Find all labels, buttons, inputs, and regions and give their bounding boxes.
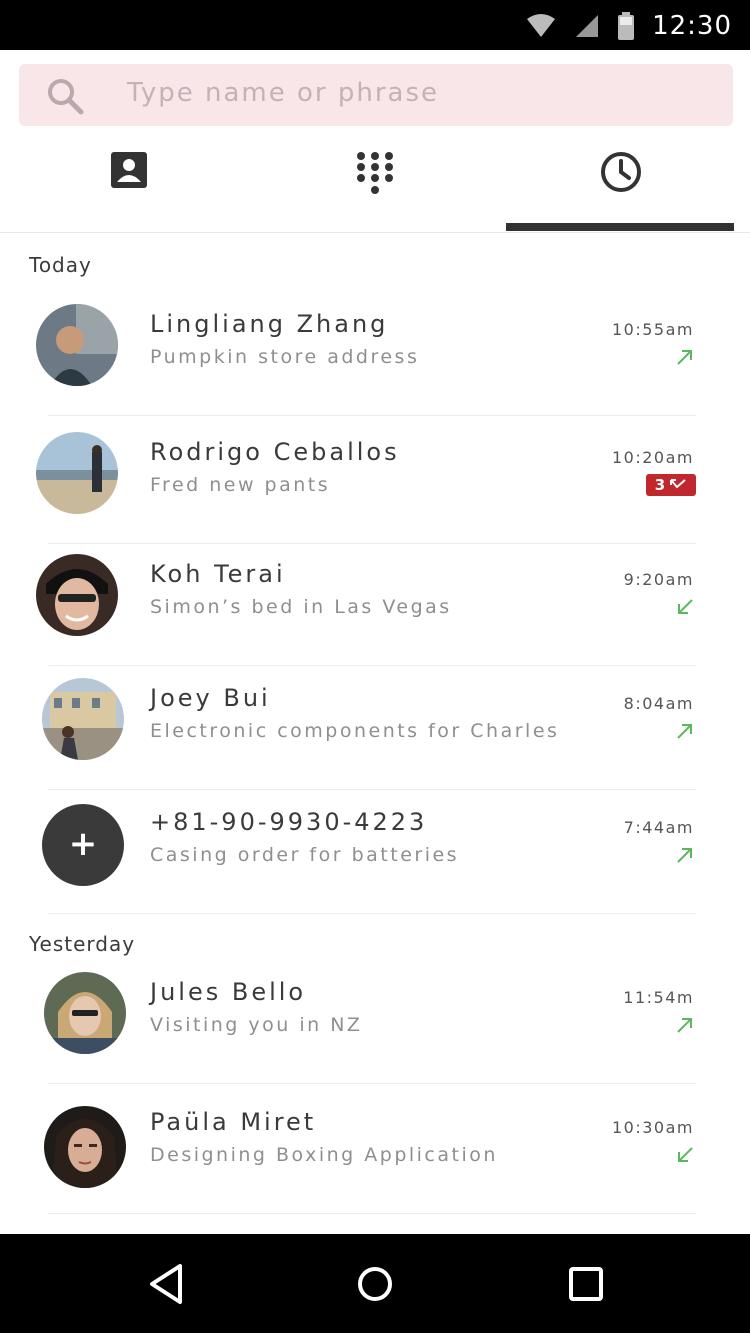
battery-icon	[618, 12, 635, 40]
outgoing-call-icon	[677, 350, 692, 365]
status-bar: 12:30	[0, 0, 750, 50]
row-divider	[48, 1083, 696, 1084]
contact-name: Lingliang Zhang	[150, 310, 389, 338]
outgoing-call-icon	[677, 848, 692, 863]
wifi-icon	[527, 14, 556, 37]
tab-dialpad[interactable]	[252, 130, 497, 232]
row-divider	[48, 1213, 696, 1214]
cell-signal-icon	[576, 15, 599, 37]
row-divider	[48, 913, 696, 914]
tab-recents[interactable]	[498, 130, 743, 232]
search-input[interactable]: Type name or phrase	[127, 78, 439, 108]
call-subject: Visiting you in NZ	[150, 1014, 363, 1036]
call-row[interactable]: Rodrigo Ceballos Fred new pants 10:20am …	[0, 416, 750, 544]
call-subject: Designing Boxing Application	[150, 1144, 498, 1166]
call-subject: Casing order for batteries	[150, 844, 460, 866]
outgoing-call-icon	[677, 1018, 692, 1033]
missed-count: 3	[654, 476, 666, 494]
contact-card-icon	[110, 152, 147, 188]
call-time: 8:04am	[623, 694, 694, 713]
home-icon[interactable]	[353, 1262, 397, 1306]
call-time: 11:54m	[623, 988, 694, 1007]
tab-bar	[0, 130, 750, 232]
recent-apps-icon[interactable]	[564, 1262, 608, 1306]
call-time: 10:55am	[612, 320, 694, 339]
tab-contacts[interactable]	[6, 130, 251, 232]
section-header-yesterday: Yesterday	[29, 932, 136, 956]
avatar	[36, 432, 118, 514]
call-row[interactable]: + +81-90-9930-4223 Casing order for batt…	[0, 786, 750, 914]
avatar	[42, 678, 124, 760]
avatar	[36, 304, 118, 386]
back-icon[interactable]	[144, 1262, 188, 1306]
incoming-call-icon	[678, 1147, 693, 1162]
dialpad-icon	[356, 152, 393, 194]
contact-name: Koh Terai	[150, 560, 286, 588]
missed-calls-badge: 3	[646, 474, 696, 496]
contact-name: Rodrigo Ceballos	[150, 438, 400, 466]
call-time: 7:44am	[623, 818, 694, 837]
add-contact-button[interactable]: +	[42, 804, 124, 886]
call-subject: Simon’s bed in Las Vegas	[150, 596, 452, 618]
contact-name: Jules Bello	[150, 978, 307, 1006]
search-icon	[48, 79, 84, 115]
outgoing-call-icon	[677, 724, 692, 739]
active-tab-indicator	[506, 223, 734, 231]
contact-name: +81-90-9930-4223	[150, 808, 428, 836]
call-time: 9:20am	[623, 570, 694, 589]
call-subject: Electronic components for Charles	[150, 720, 560, 742]
call-time: 10:30am	[612, 1118, 694, 1137]
call-row[interactable]: Lingliang Zhang Pumpkin store address 10…	[0, 288, 750, 416]
missed-call-icon	[670, 479, 686, 489]
navigation-bar	[0, 1234, 750, 1333]
avatar	[36, 554, 118, 636]
clock-time: 12:30	[652, 11, 732, 41]
search-bar[interactable]: Type name or phrase	[19, 64, 733, 126]
clock-icon	[600, 152, 641, 192]
section-header-today: Today	[29, 253, 92, 277]
call-row[interactable]: Koh Terai Simon’s bed in Las Vegas 9:20a…	[0, 538, 750, 666]
call-subject: Fred new pants	[150, 474, 331, 496]
call-row[interactable]: Joey Bui Electronic components for Charl…	[0, 662, 750, 790]
tab-divider	[0, 232, 750, 233]
avatar	[44, 1106, 126, 1188]
call-row[interactable]: Paüla Miret Designing Boxing Application…	[0, 1086, 750, 1214]
contact-name: Joey Bui	[150, 684, 271, 712]
avatar	[44, 972, 126, 1054]
call-row[interactable]: Jules Bello Visiting you in NZ 11:54m	[0, 956, 750, 1084]
contact-name: Paüla Miret	[150, 1108, 317, 1136]
incoming-call-icon	[678, 599, 693, 614]
call-time: 10:20am	[612, 448, 694, 467]
call-subject: Pumpkin store address	[150, 346, 420, 368]
